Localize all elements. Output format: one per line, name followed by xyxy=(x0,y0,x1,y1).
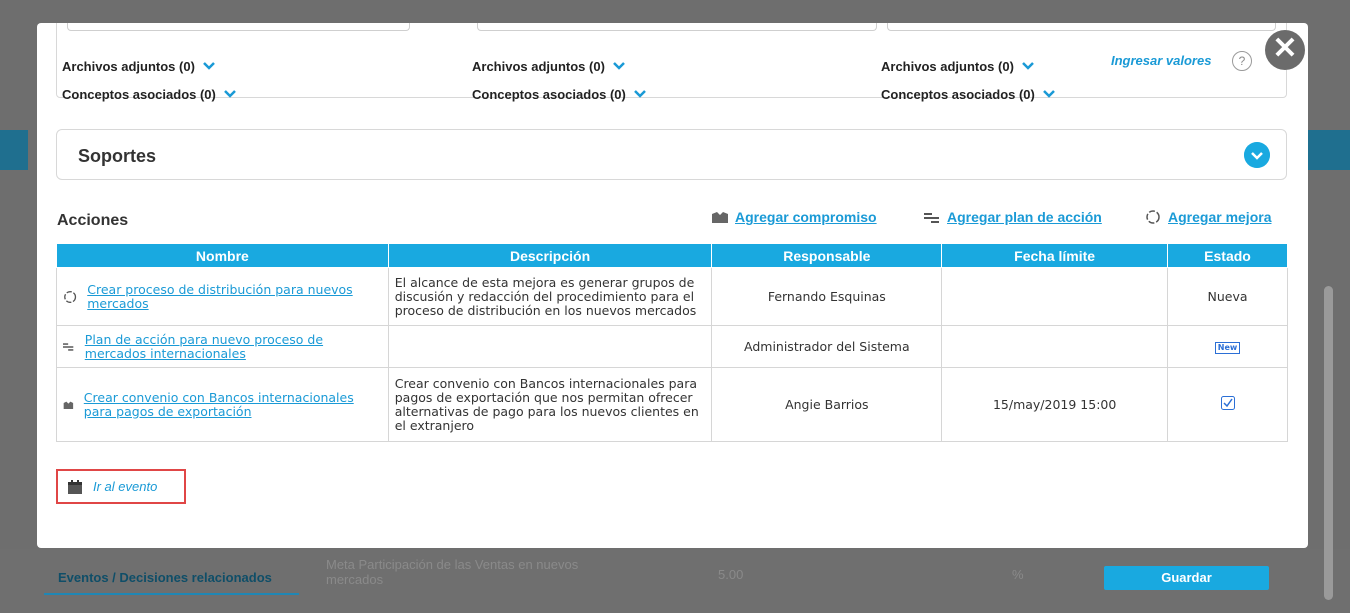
chevron-down-icon xyxy=(1042,90,1055,98)
estado-cell xyxy=(1167,367,1288,442)
add-action-plan-link[interactable]: Agregar plan de acción xyxy=(923,209,1102,225)
action-name-link[interactable]: Crear convenio con Bancos internacionale… xyxy=(84,390,382,419)
column-header-fecha[interactable]: Fecha límite xyxy=(941,243,1169,268)
concepts-label: Conceptos asociados (0) xyxy=(472,86,626,102)
column-2-links: Archivos adjuntos (0) Conceptos asociado… xyxy=(472,52,648,108)
action-name-link[interactable]: Crear proceso de distribución para nuevo… xyxy=(87,282,381,311)
table-header-row: Nombre Descripción Responsable Fecha lím… xyxy=(56,243,1288,268)
attachments-label: Archivos adjuntos (0) xyxy=(472,58,605,74)
calendar-icon xyxy=(68,479,82,494)
scrollbar[interactable] xyxy=(1322,20,1336,610)
column-header-descripcion[interactable]: Descripción xyxy=(387,243,713,268)
column-header-estado[interactable]: Estado xyxy=(1167,243,1288,268)
save-button[interactable]: Guardar xyxy=(1104,566,1269,590)
value-input-3[interactable] xyxy=(887,23,1276,31)
new-status-icon: New xyxy=(1214,342,1241,354)
concepts-label: Conceptos asociados (0) xyxy=(62,86,216,102)
column-3-links: Archivos adjuntos (0) Conceptos asociado… xyxy=(881,52,1057,108)
close-icon[interactable]: ✕ xyxy=(1265,30,1305,70)
background-bottom-bar: Eventos / Decisiones relacionados Meta P… xyxy=(0,549,1350,613)
concepts-toggle[interactable]: Conceptos asociados (0) xyxy=(472,80,648,108)
commitment-icon xyxy=(63,401,74,409)
soportes-title: Soportes xyxy=(78,146,157,166)
ingresar-valores-link[interactable]: Ingresar valores xyxy=(1111,53,1211,68)
attachments-label: Archivos adjuntos (0) xyxy=(62,58,195,74)
acciones-title: Acciones xyxy=(57,212,129,229)
name-cell: Crear convenio con Bancos internacionale… xyxy=(56,367,389,442)
soportes-panel[interactable]: Soportes xyxy=(56,129,1287,180)
concepts-label: Conceptos asociados (0) xyxy=(881,86,1035,102)
chevron-down-icon xyxy=(203,62,215,70)
background-accent-left xyxy=(0,130,28,170)
value-input-1[interactable] xyxy=(67,23,410,31)
fecha-cell xyxy=(941,325,1169,368)
commitment-icon xyxy=(712,212,728,223)
name-cell: Plan de acción para nuevo proceso de mer… xyxy=(56,325,389,368)
scrollbar-thumb[interactable] xyxy=(1324,286,1333,600)
chevron-down-icon xyxy=(613,62,625,70)
values-panel xyxy=(56,23,1287,98)
table-row: Crear proceso de distribución para nuevo… xyxy=(56,267,1288,326)
responsable-cell: Fernando Esquinas xyxy=(711,267,943,326)
add-commitment-label: Agregar compromiso xyxy=(735,209,877,225)
name-cell: Crear proceso de distribución para nuevo… xyxy=(56,267,389,326)
tab-eventos-decisiones[interactable]: Eventos / Decisiones relacionados xyxy=(44,567,299,595)
checked-status-icon xyxy=(1220,396,1235,410)
fecha-cell xyxy=(941,267,1169,326)
concepts-toggle[interactable]: Conceptos asociados (0) xyxy=(62,80,238,108)
attachments-toggle[interactable]: Archivos adjuntos (0) xyxy=(472,52,648,80)
value-input-2[interactable] xyxy=(477,23,877,31)
background-indicator-unit: % xyxy=(1012,567,1024,582)
improvement-icon xyxy=(64,290,77,303)
expand-chevron-icon[interactable] xyxy=(1244,142,1270,168)
column-header-nombre[interactable]: Nombre xyxy=(56,243,389,268)
improvement-icon xyxy=(1146,210,1160,224)
go-to-event-label: Ir al evento xyxy=(93,479,158,494)
help-icon[interactable]: ? xyxy=(1232,51,1252,71)
actions-table: Nombre Descripción Responsable Fecha lím… xyxy=(56,243,1288,442)
fecha-cell: 15/may/2019 15:00 xyxy=(941,367,1169,442)
add-improvement-link[interactable]: Agregar mejora xyxy=(1144,209,1271,225)
concepts-toggle[interactable]: Conceptos asociados (0) xyxy=(881,80,1057,108)
responsable-cell: Angie Barrios xyxy=(711,367,943,442)
action-name-link[interactable]: Plan de acción para nuevo proceso de mer… xyxy=(85,332,382,361)
chevron-down-icon xyxy=(223,90,236,98)
attachments-label: Archivos adjuntos (0) xyxy=(881,58,1014,74)
estado-cell: New xyxy=(1167,325,1288,368)
add-improvement-label: Agregar mejora xyxy=(1168,209,1272,225)
attachments-toggle[interactable]: Archivos adjuntos (0) xyxy=(62,52,238,80)
column-header-responsable[interactable]: Responsable xyxy=(711,243,943,268)
description-cell: El alcance de esta mejora es generar gru… xyxy=(387,267,713,326)
description-cell xyxy=(387,325,713,368)
column-1-links: Archivos adjuntos (0) Conceptos asociado… xyxy=(62,52,238,108)
go-to-event-link[interactable]: Ir al evento xyxy=(56,469,186,504)
table-row: Plan de acción para nuevo proceso de mer… xyxy=(56,325,1288,368)
estado-cell: Nueva xyxy=(1167,267,1288,326)
add-commitment-link[interactable]: Agregar compromiso xyxy=(711,209,877,225)
background-indicator-name: Meta Participación de las Ventas en nuev… xyxy=(326,557,579,587)
action-plan-icon xyxy=(63,342,74,351)
action-plan-icon xyxy=(924,213,939,223)
attachments-toggle[interactable]: Archivos adjuntos (0) xyxy=(881,52,1057,80)
chevron-down-icon xyxy=(633,90,646,98)
background-indicator-value: 5.00 xyxy=(718,567,744,582)
description-cell: Crear convenio con Bancos internacionale… xyxy=(387,367,713,442)
action-modal: Archivos adjuntos (0) Conceptos asociado… xyxy=(37,23,1308,548)
add-action-plan-label: Agregar plan de acción xyxy=(947,209,1102,225)
table-row: Crear convenio con Bancos internacionale… xyxy=(56,367,1288,442)
chevron-down-icon xyxy=(1022,62,1034,70)
responsable-cell: Administrador del Sistema xyxy=(711,325,943,368)
